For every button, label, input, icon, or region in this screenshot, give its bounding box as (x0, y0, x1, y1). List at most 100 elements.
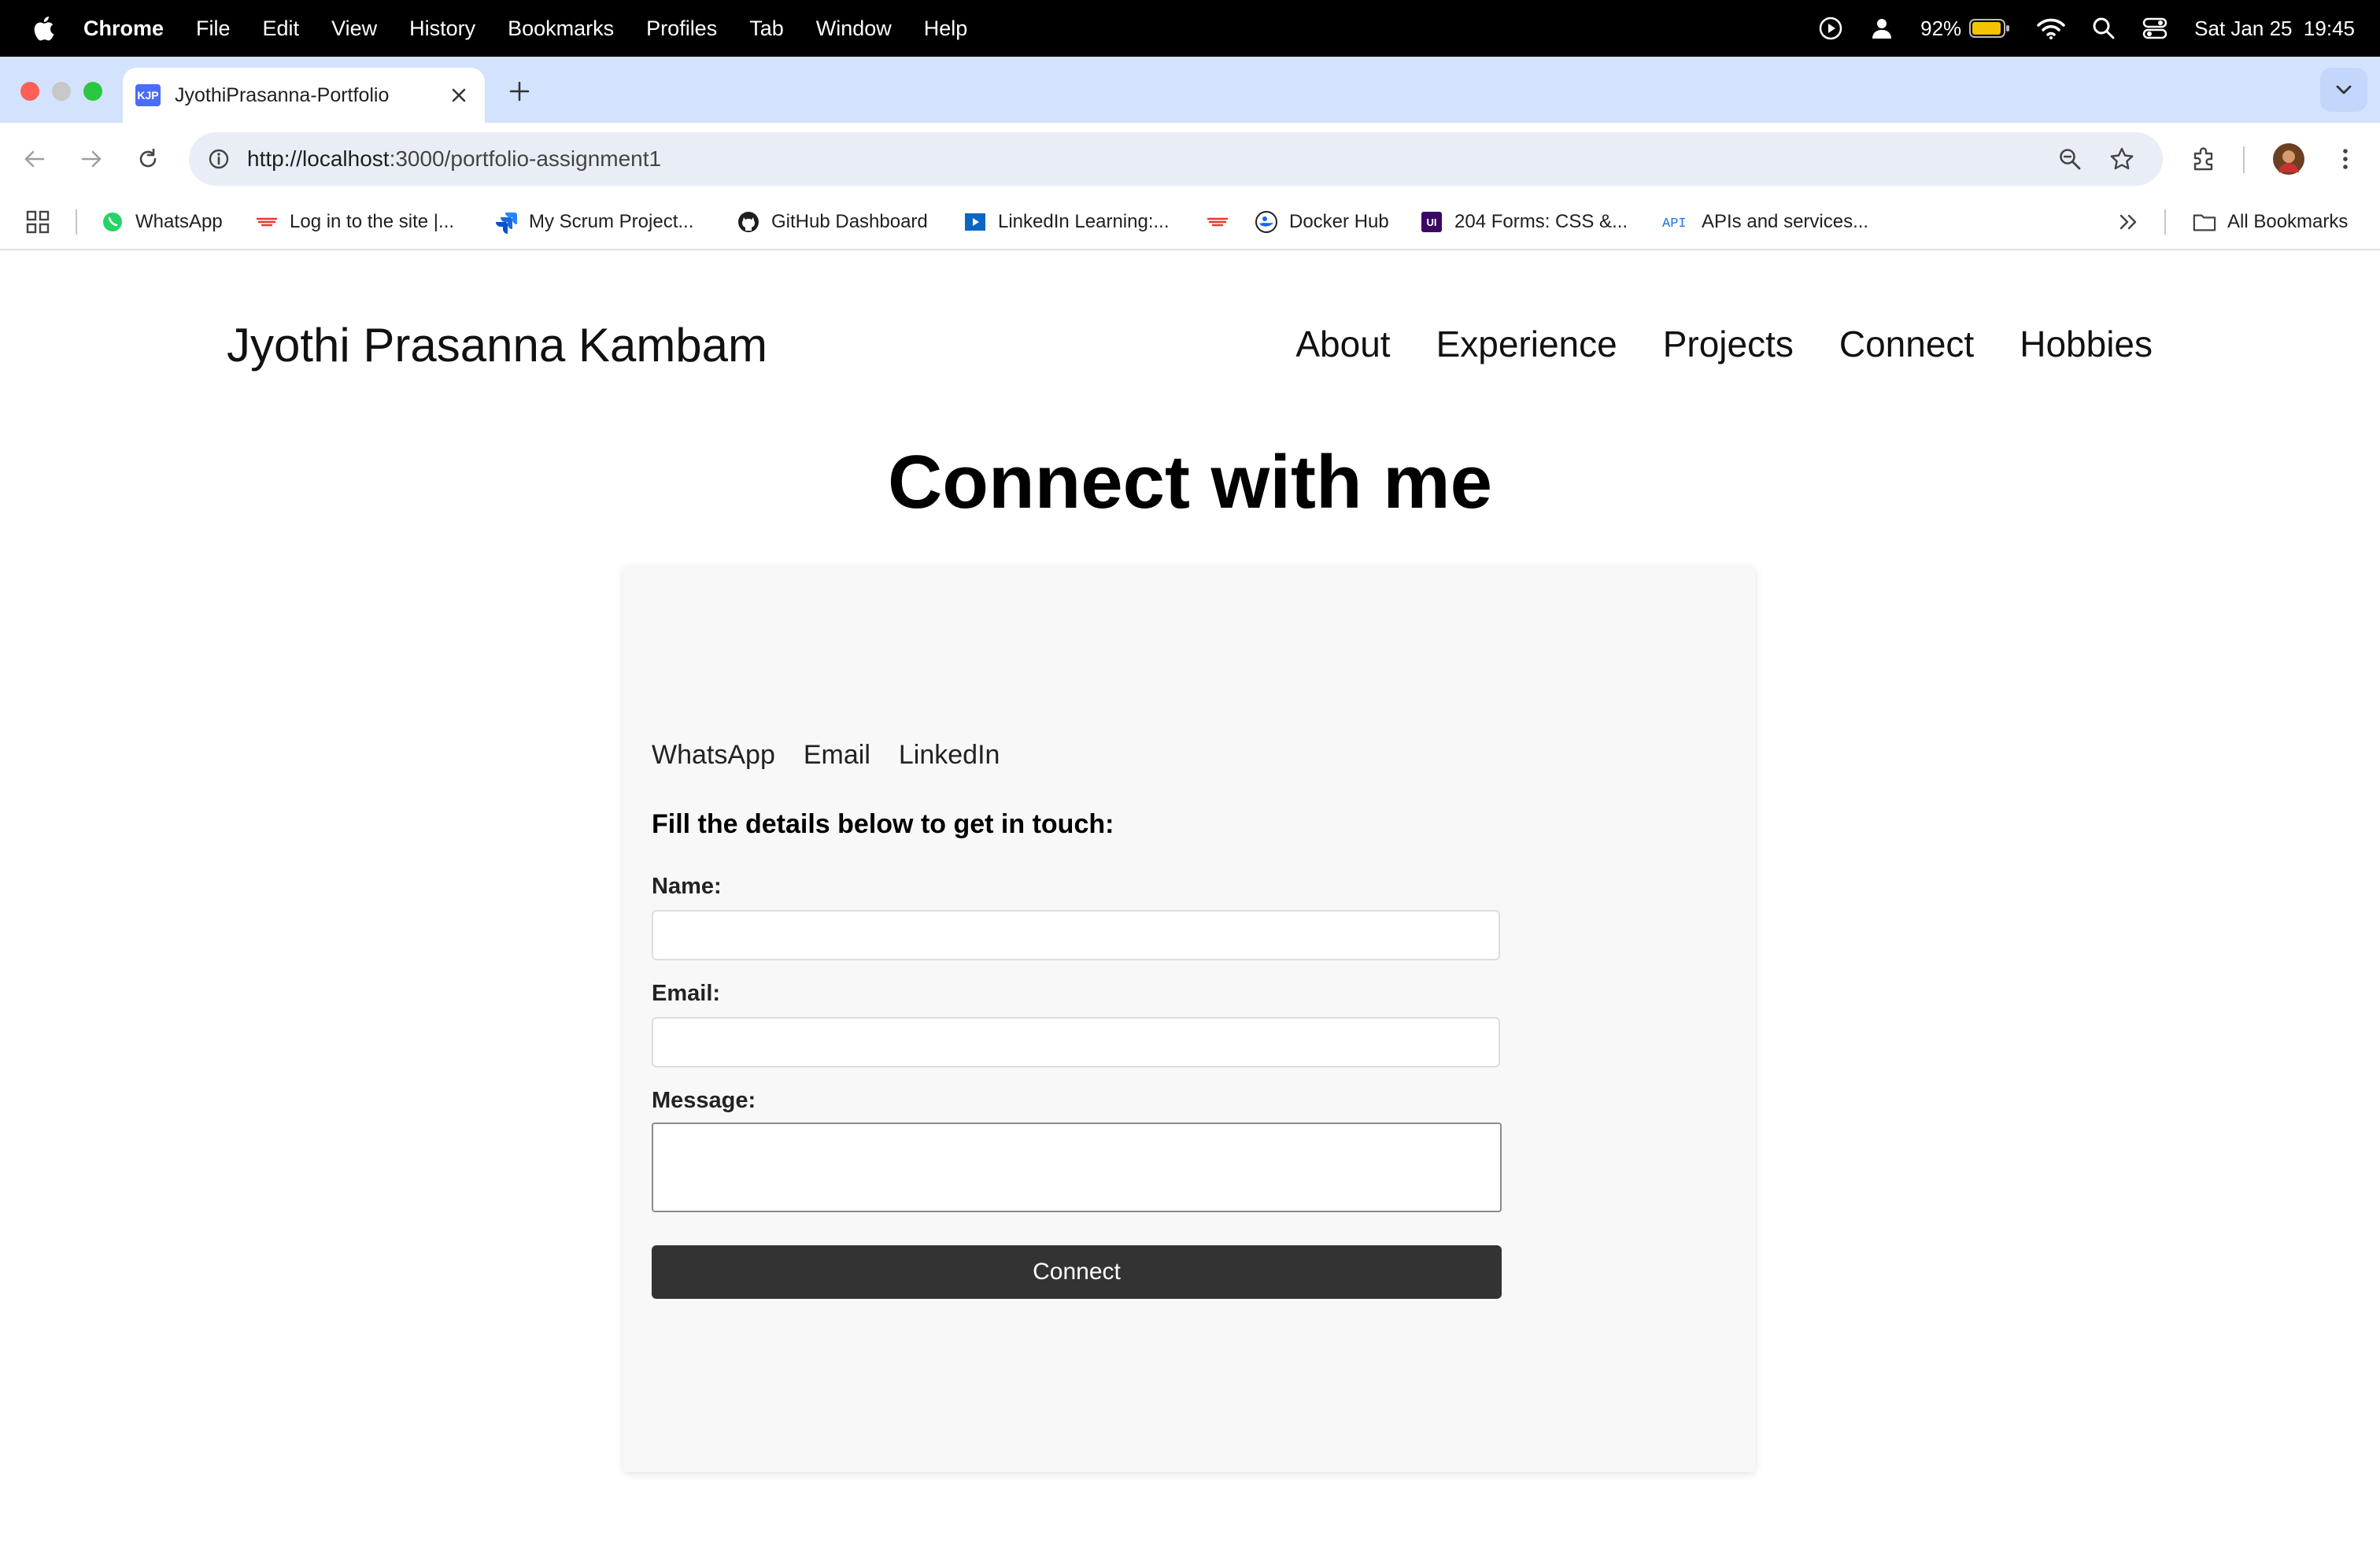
bookmarks-divider (76, 209, 77, 235)
site-logo-icon (255, 210, 279, 234)
browser-toolbar: http://localhost:3000/portfolio-assignme… (0, 123, 2380, 195)
menubar-datetime[interactable]: Sat Jan 25 19:45 (2194, 17, 2355, 41)
bookmark-unlabeled-site[interactable] (1206, 206, 1240, 238)
bookmark-docker-hub[interactable]: Docker Hub (1255, 206, 1389, 238)
bookmark-css-forms[interactable]: UI 204 Forms: CSS &... (1420, 206, 1628, 238)
bookmark-label: 204 Forms: CSS &... (1454, 211, 1628, 232)
bookmark-label: LinkedIn Learning:... (998, 211, 1170, 232)
bookmark-label: My Scrum Project... (529, 211, 694, 232)
page-title: Connect with me (887, 440, 1493, 524)
nav-connect[interactable]: Connect (1839, 323, 1974, 365)
site-brand[interactable]: Jyothi Prasanna Kambam (227, 318, 767, 372)
extensions-puzzle-icon[interactable] (2188, 143, 2219, 175)
web-page: Jyothi Prasanna Kambam About Experience … (0, 250, 2380, 1546)
all-bookmarks-folder[interactable]: All Bookmarks (2193, 206, 2348, 238)
connect-submit-button[interactable]: Connect (652, 1245, 1502, 1299)
email-field[interactable] (652, 1017, 1500, 1067)
svg-text:API: API (1662, 216, 1687, 230)
linkedin-learning-icon (963, 210, 987, 234)
play-circle-icon[interactable] (1818, 16, 1843, 41)
site-nav: About Experience Projects Connect Hobbie… (1250, 323, 2153, 365)
bookmark-label: Docker Hub (1289, 211, 1389, 232)
zoom-icon[interactable] (2054, 143, 2086, 175)
battery-icon[interactable] (1969, 18, 2010, 39)
status-area: 92% Sat Jan 25 19:45 (1791, 0, 2355, 57)
menu-profiles[interactable]: Profiles (646, 17, 717, 41)
whatsapp-link[interactable]: WhatsApp (652, 740, 775, 771)
bookmark-whatsapp[interactable]: WhatsApp (101, 206, 223, 238)
api-icon: API (1662, 210, 1691, 234)
name-field[interactable] (652, 910, 1500, 960)
bookmark-label: Log in to the site |... (290, 211, 455, 232)
address-bar[interactable]: http://localhost:3000/portfolio-assignme… (189, 132, 2163, 186)
tab-portfolio[interactable]: KJP JyothiPrasanna-Portfolio (123, 68, 485, 123)
battery-percent: 92% (1920, 16, 1962, 40)
chrome-menu-icon[interactable] (2330, 143, 2361, 175)
bookmark-linkedin-learning[interactable]: LinkedIn Learning:... (963, 206, 1170, 238)
bookmark-label: WhatsApp (135, 211, 223, 232)
form-title: Fill the details below to get in touch: (652, 809, 1114, 839)
github-icon (737, 210, 760, 234)
ui-icon: UI (1420, 210, 1443, 234)
window-minimize-button[interactable] (52, 82, 71, 101)
menu-help[interactable]: Help (924, 17, 968, 41)
apps-grid-icon[interactable] (25, 206, 50, 238)
url-path: :3000/portfolio-assignment1 (389, 146, 662, 171)
menu-tab[interactable]: Tab (749, 17, 784, 41)
tab-search-chevron-icon[interactable] (2320, 68, 2367, 112)
menu-bookmarks[interactable]: Bookmarks (508, 17, 614, 41)
forward-arrow-icon[interactable] (76, 143, 107, 175)
more-bookmarks-chevron-icon[interactable] (2119, 206, 2139, 238)
nav-hobbies[interactable]: Hobbies (2020, 323, 2153, 365)
menu-window[interactable]: Window (816, 17, 892, 41)
message-textarea[interactable] (652, 1123, 1502, 1212)
docker-icon (1255, 210, 1278, 234)
message-label: Message: (652, 1088, 756, 1113)
menu-edit[interactable]: Edit (263, 17, 300, 41)
menu-history[interactable]: History (409, 17, 475, 41)
reload-icon[interactable] (132, 143, 164, 175)
bookmark-label: APIs and services... (1702, 211, 1869, 232)
profile-avatar[interactable] (2271, 142, 2306, 176)
url-host: http://localhost (247, 146, 390, 171)
nav-experience[interactable]: Experience (1436, 323, 1617, 365)
tab-close-icon[interactable] (447, 83, 471, 107)
name-label: Name: (652, 874, 722, 899)
jira-icon (494, 210, 518, 234)
tab-strip: KJP JyothiPrasanna-Portfolio (0, 57, 2380, 123)
linkedin-link[interactable]: LinkedIn (899, 740, 1000, 771)
menu-view[interactable]: View (331, 17, 377, 41)
social-links: WhatsApp Email LinkedIn (652, 740, 1028, 771)
bookmarks-bar: WhatsApp Log in to the site |... My Scru… (0, 195, 2380, 250)
favicon-icon: KJP (135, 84, 161, 106)
tab-title: JyothiPrasanna-Portfolio (175, 83, 390, 106)
menu-app-name[interactable]: Chrome (83, 17, 164, 41)
back-arrow-icon[interactable] (19, 143, 50, 175)
window-zoom-button[interactable] (83, 82, 102, 101)
bookmark-label: GitHub Dashboard (771, 211, 928, 232)
macos-menu-bar: Chrome File Edit View History Bookmarks … (0, 0, 2380, 57)
site-info-icon[interactable] (203, 143, 235, 175)
bookmark-star-icon[interactable] (2106, 143, 2138, 175)
email-link[interactable]: Email (804, 740, 870, 771)
toolbar-divider (2243, 146, 2245, 173)
url-text[interactable]: http://localhost:3000/portfolio-assignme… (247, 146, 661, 172)
whatsapp-icon (101, 210, 124, 234)
folder-icon (2193, 210, 2216, 234)
bookmark-github-dashboard[interactable]: GitHub Dashboard (737, 206, 928, 238)
bookmark-apis-services[interactable]: API APIs and services... (1662, 206, 1868, 238)
spotlight-search-icon[interactable] (2092, 17, 2116, 40)
control-center-icon[interactable] (2142, 17, 2168, 40)
site-logo-icon (1206, 210, 1229, 234)
wifi-icon[interactable] (2037, 17, 2065, 39)
nav-projects[interactable]: Projects (1663, 323, 1794, 365)
menu-file[interactable]: File (196, 17, 231, 41)
new-tab-icon[interactable] (504, 76, 535, 107)
user-icon[interactable] (1870, 17, 1894, 40)
nav-about[interactable]: About (1295, 323, 1390, 365)
window-close-button[interactable] (20, 82, 39, 101)
bookmarks-divider (2164, 209, 2166, 235)
bookmark-scrum-project[interactable]: My Scrum Project... (494, 206, 693, 238)
apple-logo-icon[interactable] (30, 14, 55, 43)
bookmark-login-site[interactable]: Log in to the site |... (255, 206, 454, 238)
